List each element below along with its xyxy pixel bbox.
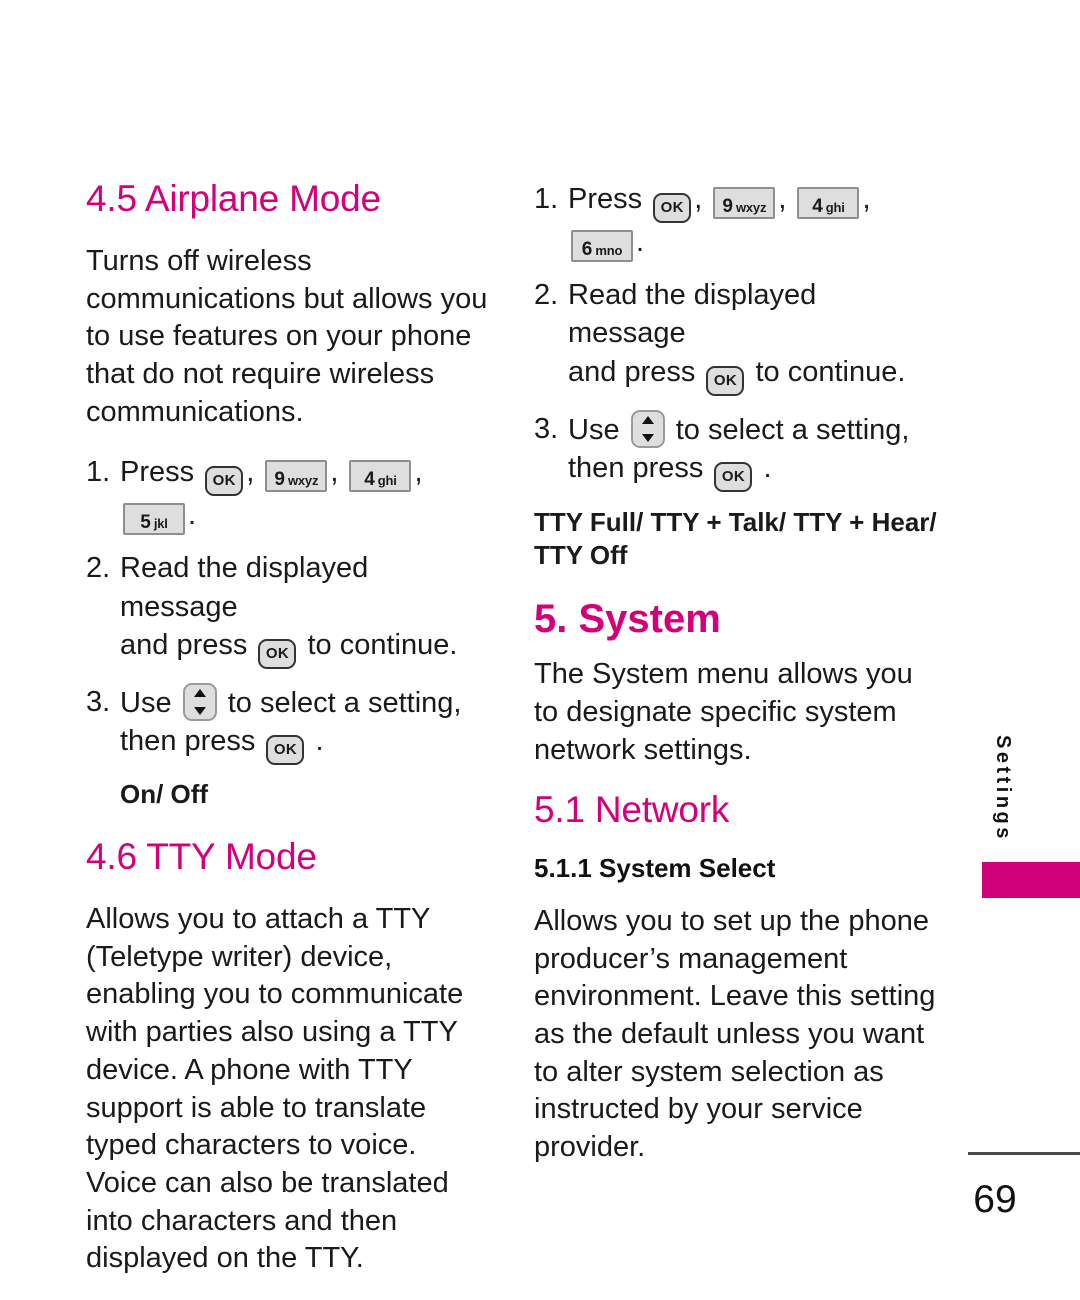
key-digit: 9 [274,469,285,491]
key-separator: , [246,456,255,489]
numeric-key-9-icon[interactable]: 9 wxyz [265,460,328,493]
step-number: 3. [86,685,111,718]
manual-page: 4.5 Airplane Mode Turns off wireless com… [0,0,1080,1295]
numeric-key-4-icon[interactable]: 4 ghi [797,187,860,219]
key-digit: 5 [140,512,151,534]
system-menu-description: The System menu allows you to designate … [534,658,913,766]
numeric-key-9-icon[interactable]: 9 wxyz [713,187,776,219]
step-item: 1. Press OK, 9 wxyz, 4 ghi, 6 mno. [534,180,938,262]
step-text-post: . [763,451,772,484]
step-text-post: . [315,725,324,758]
step-text-post: to continue. [307,628,458,661]
step-text-pre: Use [568,413,620,446]
step-text: Press OK, 9 wxyz, 4 ghi, 5 jkl. [120,453,490,536]
step-number: 1. [534,183,559,215]
heading-5-1-network: 5.1 Network [534,789,730,831]
triangle-up-icon [193,688,206,697]
triangle-up-icon [641,415,654,424]
page-number: 69 [973,1178,1017,1221]
key-letters: wxyz [735,200,767,215]
step-text-line1: Read the displayed message [568,279,817,350]
step-text-post: to select a setting, [227,686,462,719]
key-digit: 4 [364,469,375,491]
key-separator: , [330,456,339,489]
key-separator: , [862,183,871,215]
step-text-pre: Use [120,686,172,719]
step-item: 2. Read the displayed message and press … [534,276,938,396]
triangle-down-icon [641,433,654,442]
step-text-post: to select a setting, [675,413,910,446]
key-digit: 9 [722,196,733,217]
key-letters: wxyz [287,473,319,489]
step-item: 1. Press OK, 9 wxyz, 4 ghi, 5 jkl. [86,453,490,536]
numeric-key-6-icon[interactable]: 6 mno [571,230,633,262]
key-separator: , [694,183,703,215]
ok-key-icon[interactable]: OK [714,461,753,492]
heading-5-system: 5. System [534,597,721,642]
step-text-line1: Read the displayed message [120,552,369,623]
ok-key-icon[interactable]: OK [653,193,692,223]
step-text: Press OK, 9 wxyz, 4 ghi, 6 mno. [568,180,938,262]
step-number: 1. [86,456,111,489]
left-column: 4.5 Airplane Mode Turns off wireless com… [86,178,490,1300]
system-select-description: Allows you to set up the phone producer’… [534,904,936,1163]
airplane-mode-description: Turns off wireless communications but al… [86,244,488,428]
step-text-line2: then press OK . [120,722,490,766]
tty-mode-options: TTY Full/ TTY + Talk/ TTY + Hear/ TTY Of… [534,506,937,571]
ok-key-icon[interactable]: OK [258,638,297,669]
up-down-nav-key-icon[interactable] [630,409,665,448]
key-digit: 4 [812,196,823,217]
step-item: 2. Read the displayed message and press … [86,549,490,669]
ok-key-icon[interactable]: OK [706,365,745,396]
key-separator: , [778,183,787,215]
step-item: 3. Use to select a setting, then press O… [86,682,490,766]
step-text-post: to continue. [755,355,906,388]
step-text-pre: Press [120,456,195,489]
step-text-line2: then press OK . [568,449,938,492]
airplane-mode-steps: 1. Press OK, 9 wxyz, 4 ghi, 5 jkl. 2. Read … [86,453,490,766]
triangle-down-icon [193,706,206,715]
key-digit: 6 [581,239,593,260]
ok-key-icon[interactable]: OK [205,466,244,497]
step-text-post: . [188,499,197,532]
section-edge-tab: Settings [986,735,1020,855]
heading-5-1-1-system-select: 5.1.1 System Select [534,853,776,884]
tty-mode-steps: 1. Press OK, 9 wxyz, 4 ghi, 6 mno. 2. Read … [534,180,938,492]
step-text-line2: and press OK to continue. [568,353,938,396]
step-number: 3. [534,412,559,445]
step-item: 3. Use to select a setting, then press O… [534,409,938,492]
step-text-pre: and press [568,355,696,388]
key-letters: mno [595,243,623,258]
key-separator: , [414,456,423,489]
step-text-pre: and press [120,628,248,661]
airplane-mode-options: On/ Off [120,779,209,810]
numeric-key-4-icon[interactable]: 4 ghi [349,460,412,493]
key-letters: jkl [153,516,168,532]
heading-4-5-airplane-mode: 4.5 Airplane Mode [86,178,381,219]
heading-4-6-tty-mode: 4.6 TTY Mode [86,836,317,878]
step-text-pre: then press [568,451,704,484]
step-text-line1: Use to select a setting, [120,682,490,722]
numeric-key-5-icon[interactable]: 5 jkl [123,503,185,536]
tty-mode-description: Allows you to attach a TTY (Teletype wri… [86,903,464,1275]
step-text-pre: then press [120,725,256,758]
step-text-post: . [636,226,645,258]
step-text-line2: and press OK to continue. [120,626,490,669]
step-number: 2. [86,552,111,585]
ok-key-icon[interactable]: OK [266,735,305,766]
step-text-line1: Use to select a setting, [568,409,938,449]
section-edge-color-block [982,862,1080,898]
section-edge-tab-label: Settings [992,735,1014,842]
key-letters: ghi [377,473,397,489]
step-text-pre: Press [568,183,643,215]
up-down-nav-key-icon[interactable] [182,682,217,721]
key-letters: ghi [825,200,845,215]
footer-rule [968,1152,1080,1155]
step-number: 2. [534,279,559,311]
right-column: 1. Press OK, 9 wxyz, 4 ghi, 6 mno. 2. Read … [534,180,938,1189]
